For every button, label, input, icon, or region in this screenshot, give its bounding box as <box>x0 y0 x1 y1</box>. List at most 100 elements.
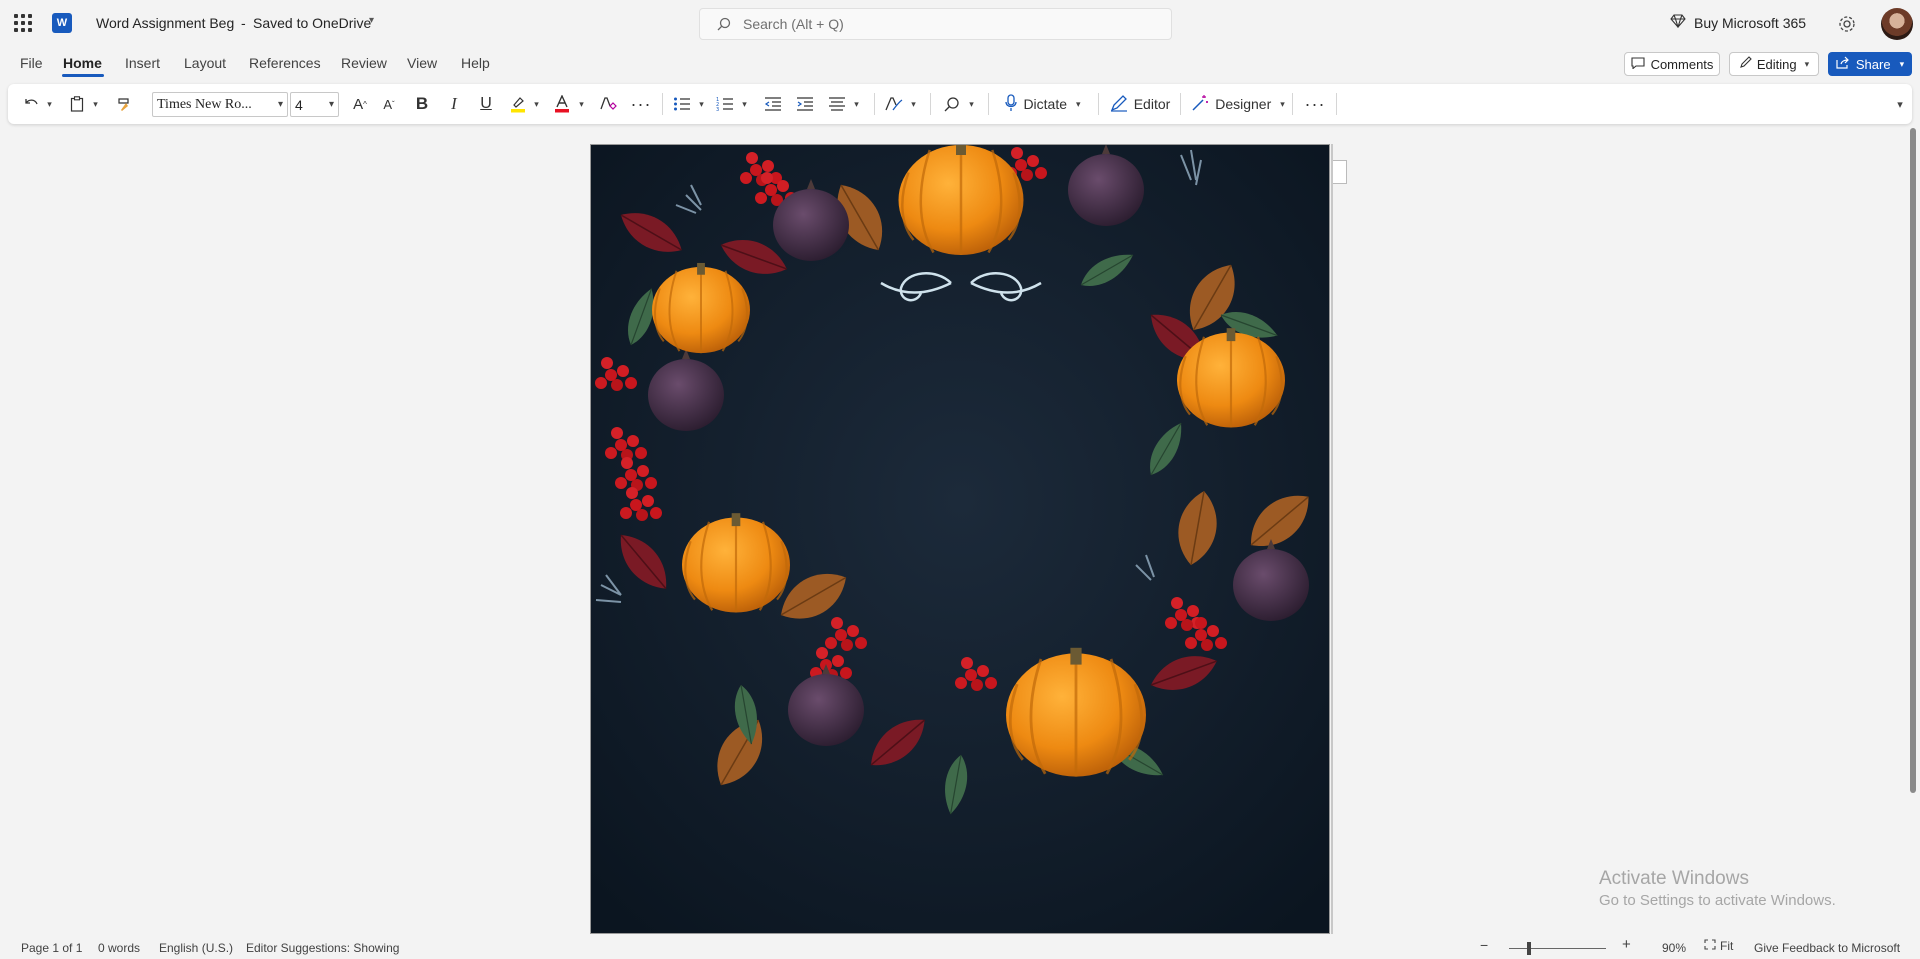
autumn-wreath-image <box>591 145 1329 933</box>
styles-icon[interactable] <box>882 84 906 124</box>
word-count[interactable]: 0 words <box>98 941 140 955</box>
paste-clipboard-icon[interactable] <box>66 84 88 124</box>
numbering-icon[interactable]: 123 <box>713 84 737 124</box>
align-center-icon[interactable] <box>825 84 849 124</box>
format-painter-icon[interactable] <box>114 84 136 124</box>
comment-icon <box>1631 56 1645 72</box>
more-font-options-icon[interactable]: ··· <box>629 84 653 124</box>
underline-button[interactable]: U <box>474 84 498 124</box>
fit-label: Fit <box>1720 939 1734 953</box>
tab-help[interactable]: Help <box>461 55 490 71</box>
font-name-value: Times New Ro... <box>157 96 252 112</box>
highlight-dropdown-chevron-icon[interactable]: ▾ <box>529 84 541 124</box>
page-side-marker <box>1333 160 1347 184</box>
divider <box>1180 93 1181 115</box>
font-size-value: 4 <box>295 96 303 113</box>
activate-windows-subtitle: Go to Settings to activate Windows. <box>1599 892 1836 909</box>
styles-dropdown-chevron-icon[interactable]: ▾ <box>906 84 918 124</box>
tab-references[interactable]: References <box>249 55 321 71</box>
divider <box>662 93 663 115</box>
editor-suggestions-status[interactable]: Editor Suggestions: Showing <box>246 941 399 955</box>
editor-label: Editor <box>1133 96 1171 112</box>
font-name-select[interactable]: Times New Ro... ▾ <box>152 92 288 117</box>
editing-mode-button[interactable]: Editing ▾ <box>1729 52 1819 76</box>
collapse-ribbon-chevron-icon[interactable]: ▾ <box>1892 84 1908 124</box>
chevron-down-icon: ▾ <box>277 99 283 110</box>
italic-button[interactable]: I <box>442 84 466 124</box>
active-tab-indicator <box>62 74 104 77</box>
home-ribbon: ▾ ▾ Times New Ro... ▾ 4 ▾ A ^ Aˇ B I U ▾ … <box>8 84 1912 124</box>
status-bar: Page 1 of 1 0 words English (U.S.) Edito… <box>0 935 1920 959</box>
more-options-icon[interactable]: ··· <box>1300 84 1330 124</box>
font-color-dropdown-chevron-icon[interactable]: ▾ <box>574 84 586 124</box>
zoom-in-icon[interactable]: + <box>1622 936 1631 953</box>
undo-dropdown-chevron-icon[interactable]: ▾ <box>42 84 54 124</box>
chevron-down-icon: ▾ <box>1076 98 1081 109</box>
page-count[interactable]: Page 1 of 1 <box>21 941 82 955</box>
page-edge <box>1331 144 1333 934</box>
search-input[interactable]: Search (Alt + Q) <box>699 8 1172 40</box>
font-color-icon[interactable] <box>550 84 574 124</box>
zoom-out-icon[interactable]: − <box>1480 937 1488 953</box>
divider <box>1292 93 1293 115</box>
numbering-dropdown-chevron-icon[interactable]: ▾ <box>737 84 749 124</box>
language-indicator[interactable]: English (U.S.) <box>159 941 233 955</box>
undo-icon[interactable] <box>20 84 42 124</box>
tab-layout[interactable]: Layout <box>184 55 226 71</box>
document-title[interactable]: Word Assignment Beg <box>96 15 234 31</box>
save-status[interactable]: Saved to OneDrive <box>253 15 371 31</box>
comments-button[interactable]: Comments <box>1624 52 1720 76</box>
pencil-icon <box>1739 56 1752 72</box>
zoom-slider-thumb[interactable] <box>1527 942 1531 955</box>
microphone-icon <box>1005 93 1018 115</box>
highlight-color-icon[interactable] <box>506 84 530 124</box>
tab-review[interactable]: Review <box>341 55 387 71</box>
dictate-label: Dictate <box>1023 96 1068 112</box>
bold-button[interactable]: B <box>410 84 434 124</box>
paste-dropdown-chevron-icon[interactable]: ▾ <box>88 84 100 124</box>
grow-font-icon[interactable]: A ^ <box>348 84 372 124</box>
designer-wand-icon <box>1191 94 1209 115</box>
bullets-icon[interactable] <box>670 84 694 124</box>
avatar[interactable] <box>1881 8 1913 40</box>
zoom-level[interactable]: 90% <box>1662 941 1686 955</box>
tab-view[interactable]: View <box>407 55 437 71</box>
search-placeholder: Search (Alt + Q) <box>743 16 844 32</box>
editing-label: Editing <box>1756 56 1797 72</box>
editor-pen-icon <box>1110 94 1128 115</box>
chevron-down-icon[interactable]: ▾ <box>369 15 374 26</box>
chevron-down-icon: ▾ <box>1280 98 1285 109</box>
fit-button[interactable]: Fit <box>1704 939 1733 953</box>
designer-button[interactable]: Designer ▾ <box>1190 84 1286 124</box>
bullets-dropdown-chevron-icon[interactable]: ▾ <box>694 84 706 124</box>
clear-formatting-icon[interactable] <box>596 84 620 124</box>
search-icon <box>717 17 731 31</box>
tab-home[interactable]: Home <box>63 55 102 71</box>
find-dropdown-chevron-icon[interactable]: ▾ <box>964 84 976 124</box>
vertical-scrollbar[interactable] <box>1910 128 1916 793</box>
tab-file[interactable]: File <box>20 55 43 71</box>
buy-label: Buy Microsoft 365 <box>1694 14 1807 31</box>
designer-label: Designer <box>1215 96 1272 112</box>
give-feedback-link[interactable]: Give Feedback to Microsoft <box>1754 941 1900 955</box>
app-launcher-icon[interactable] <box>14 14 32 32</box>
diamond-icon <box>1670 14 1686 31</box>
zoom-slider[interactable] <box>1509 948 1606 949</box>
document-page[interactable] <box>590 144 1330 934</box>
dictate-button[interactable]: Dictate ▾ <box>998 84 1088 124</box>
shrink-font-icon[interactable]: Aˇ <box>377 84 401 124</box>
editor-button[interactable]: Editor <box>1108 84 1172 124</box>
align-dropdown-chevron-icon[interactable]: ▾ <box>849 84 861 124</box>
divider <box>1336 93 1337 115</box>
share-button[interactable]: Share ▾ <box>1828 52 1912 76</box>
buy-microsoft-365-button[interactable]: Buy Microsoft 365 <box>1670 14 1806 31</box>
settings-gear-icon[interactable] <box>1837 14 1857 34</box>
increase-indent-icon[interactable] <box>793 84 817 124</box>
decrease-indent-icon[interactable] <box>761 84 785 124</box>
share-label: Share <box>1855 56 1891 72</box>
find-search-icon[interactable] <box>940 84 964 124</box>
font-size-select[interactable]: 4 ▾ <box>290 92 339 117</box>
tab-insert[interactable]: Insert <box>125 55 160 71</box>
activate-windows-title: Activate Windows <box>1599 868 1749 889</box>
divider <box>930 93 931 115</box>
